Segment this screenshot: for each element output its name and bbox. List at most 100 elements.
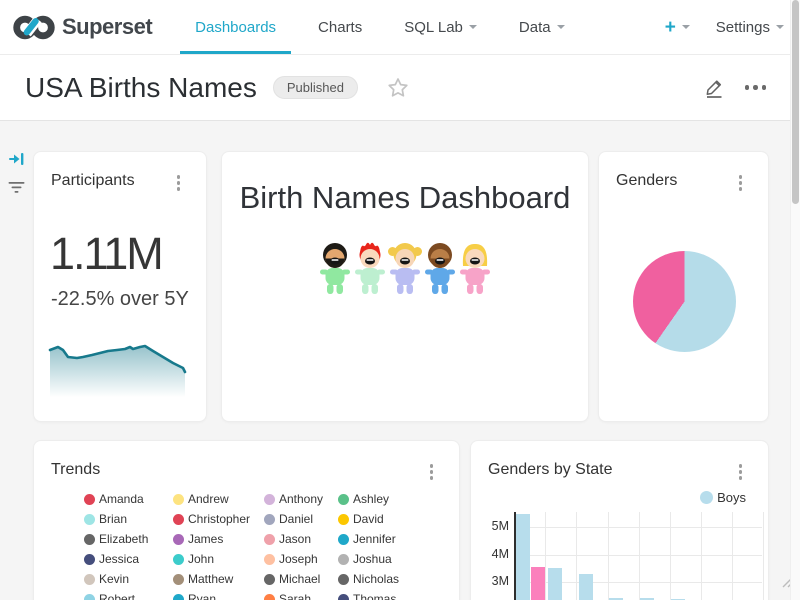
legend-color-dot (173, 554, 184, 565)
legend-color-dot (173, 594, 184, 600)
legend-item[interactable]: Ryan (173, 589, 264, 600)
nav-item-sql-lab[interactable]: SQL Lab (383, 0, 498, 54)
gridline (670, 512, 671, 600)
legend-item[interactable]: Andrew (173, 489, 264, 509)
markdown-heading: Birth Names Dashboard (222, 180, 588, 216)
edit-icon[interactable] (704, 77, 725, 98)
card-title: Trends (51, 461, 100, 479)
legend-color-dot (173, 574, 184, 585)
trend-subheader: -22.5% over 5Y (51, 288, 189, 311)
legend-color-dot (264, 514, 275, 525)
gridline (515, 527, 762, 528)
legend-item[interactable]: David (338, 509, 458, 529)
superset-dashboard-page: Superset DashboardsChartsSQL LabData + S… (0, 0, 800, 600)
main-nav: DashboardsChartsSQL LabData (174, 0, 585, 54)
legend-item[interactable]: John (173, 549, 264, 569)
legend-item[interactable]: Brian (84, 509, 173, 529)
filter-icon[interactable] (8, 181, 25, 200)
legend-item[interactable]: Joshua (338, 549, 458, 569)
kebab-menu-icon[interactable] (737, 173, 745, 193)
brand-name: Superset (62, 14, 152, 40)
legend-color-dot (338, 594, 349, 600)
legend-color-dot (84, 594, 95, 600)
legend-item[interactable]: Anthony (264, 489, 338, 509)
child-figure (388, 240, 422, 297)
legend-color-dot (338, 574, 349, 585)
legend-item[interactable]: Jennifer (338, 529, 458, 549)
legend-item[interactable]: Elizabeth (84, 529, 173, 549)
bar-girls[interactable] (531, 567, 545, 600)
published-badge[interactable]: Published (273, 76, 358, 99)
gridline (545, 512, 546, 600)
nav-right-group: + Settings (665, 18, 800, 37)
expand-filter-bar-icon[interactable] (8, 151, 25, 172)
legend-color-dot (173, 514, 184, 525)
legend-item[interactable]: Nicholas (338, 569, 458, 589)
gridline (576, 512, 577, 600)
bar-boys[interactable] (516, 514, 530, 600)
child-figure (423, 240, 457, 297)
more-actions-icon[interactable] (741, 81, 771, 94)
dashboard-header: USA Births Names Published (0, 55, 800, 121)
page-scrollbar[interactable] (790, 0, 800, 600)
legend-item[interactable]: Ashley (338, 489, 458, 509)
legend-color-dot (84, 534, 95, 545)
legend-color-dot (338, 554, 349, 565)
legend-color-dot (264, 494, 275, 505)
chevron-down-icon (682, 25, 690, 29)
legend-item[interactable]: Daniel (264, 509, 338, 529)
superset-logo[interactable]: Superset (0, 14, 152, 41)
chevron-down-icon (557, 25, 565, 29)
card-title: Participants (51, 172, 135, 190)
legend-item[interactable]: Michael (264, 569, 338, 589)
chart-card-genders-by-state: Genders by State Boys 5M4M3M (470, 440, 769, 600)
scrollbar-thumb[interactable] (792, 0, 799, 204)
legend-item[interactable]: Amanda (84, 489, 173, 509)
nav-item-data[interactable]: Data (498, 0, 586, 54)
header-actions (704, 77, 771, 98)
legend-item[interactable]: Matthew (173, 569, 264, 589)
new-item-button[interactable]: + (665, 18, 690, 37)
chevron-down-icon (776, 25, 784, 29)
sparkline-area-chart (47, 338, 187, 400)
chart-card-trends: Trends Amanda Andrew Anthony Ashley Bria… (33, 440, 460, 600)
legend-item[interactable]: Sarah (264, 589, 338, 600)
nav-item-charts[interactable]: Charts (297, 0, 383, 54)
gridline (763, 512, 764, 600)
y-axis-tick: 3M (471, 574, 511, 588)
legend-color-dot (84, 514, 95, 525)
nav-item-dashboards[interactable]: Dashboards (174, 0, 297, 54)
legend-item[interactable]: Christopher (173, 509, 264, 529)
chevron-down-icon (469, 25, 477, 29)
gridline (639, 512, 640, 600)
legend-item[interactable]: Kevin (84, 569, 173, 589)
chart-card-participants: Participants 1.11M -22.5% over 5Y (33, 151, 207, 422)
legend-item[interactable]: James (173, 529, 264, 549)
legend-color-dot (264, 594, 275, 600)
favorite-star-icon[interactable] (386, 76, 410, 100)
gridline (608, 512, 609, 600)
bar-boys[interactable] (579, 574, 593, 600)
child-figure (458, 240, 492, 297)
settings-menu[interactable]: Settings (716, 19, 784, 36)
legend-item[interactable]: Robert (84, 589, 173, 600)
kebab-menu-icon[interactable] (428, 462, 436, 482)
children-illustration (222, 240, 588, 297)
legend-item[interactable]: Thomas (338, 589, 458, 600)
legend-item[interactable]: Jessica (84, 549, 173, 569)
legend-color-dot (173, 494, 184, 505)
legend-item[interactable]: Joseph (264, 549, 338, 569)
bar-boys[interactable] (548, 568, 562, 600)
legend-color-dot (264, 574, 275, 585)
chart-card-genders: Genders (598, 151, 769, 422)
child-figure (318, 240, 352, 297)
bar-chart: 5M4M3M (471, 441, 768, 600)
kebab-menu-icon[interactable] (175, 173, 183, 193)
gridline (732, 512, 733, 600)
legend-item[interactable]: Jason (264, 529, 338, 549)
trends-legend: Amanda Andrew Anthony Ashley Brian Chris… (84, 489, 458, 600)
legend-color-dot (338, 514, 349, 525)
y-axis-tick: 4M (471, 547, 511, 561)
legend-color-dot (84, 494, 95, 505)
child-figure (353, 240, 387, 297)
